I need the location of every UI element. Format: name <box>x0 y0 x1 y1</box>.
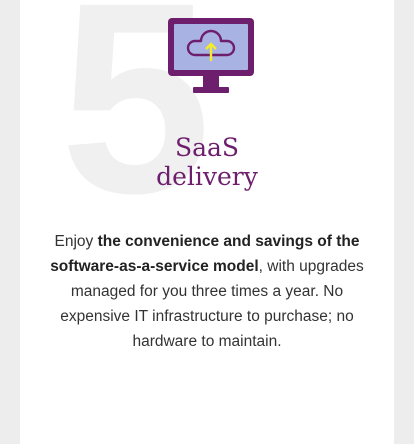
card-description: Enjoy the convenience and savings of the… <box>38 229 376 354</box>
description-prefix: Enjoy <box>54 233 98 250</box>
card-title: SaaS delivery <box>20 133 394 191</box>
title-line-2: delivery <box>156 162 258 191</box>
monitor-cloud-upload-icon <box>165 15 257 99</box>
feature-card: 5 SaaS delivery Enjoy the convenience an… <box>20 0 394 444</box>
title-line-1: SaaS <box>174 133 240 162</box>
